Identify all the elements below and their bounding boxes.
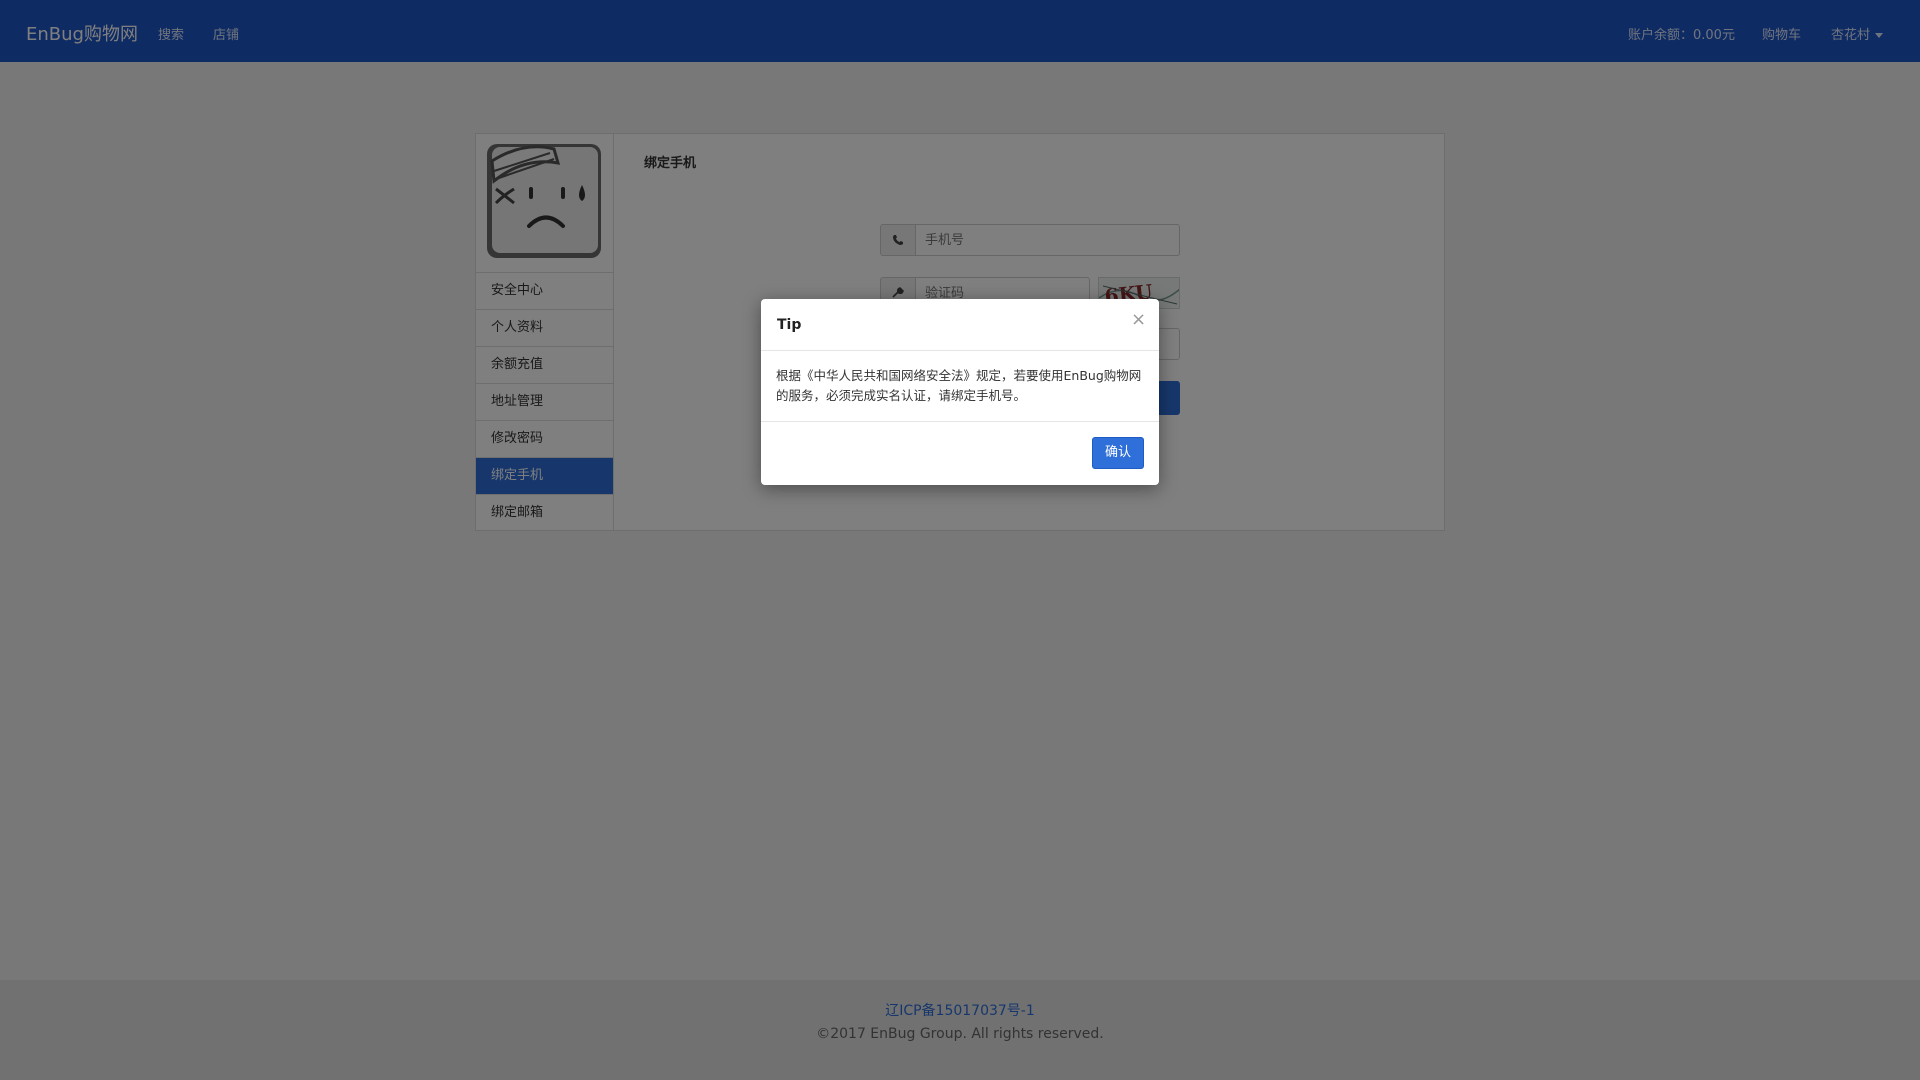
dialog-footer: 确认 — [761, 421, 1159, 485]
dialog-message: 根据《中华人民共和国网络安全法》规定，若要使用EnBug购物网的服务，必须完成实… — [776, 368, 1142, 403]
modal-backdrop[interactable] — [0, 0, 1920, 1080]
close-icon[interactable]: × — [1131, 311, 1146, 329]
tip-dialog: Tip × 根据《中华人民共和国网络安全法》规定，若要使用EnBug购物网的服务… — [761, 299, 1159, 485]
confirm-button[interactable]: 确认 — [1092, 437, 1144, 469]
dialog-header: Tip × — [761, 299, 1159, 351]
dialog-title: Tip — [777, 317, 802, 333]
